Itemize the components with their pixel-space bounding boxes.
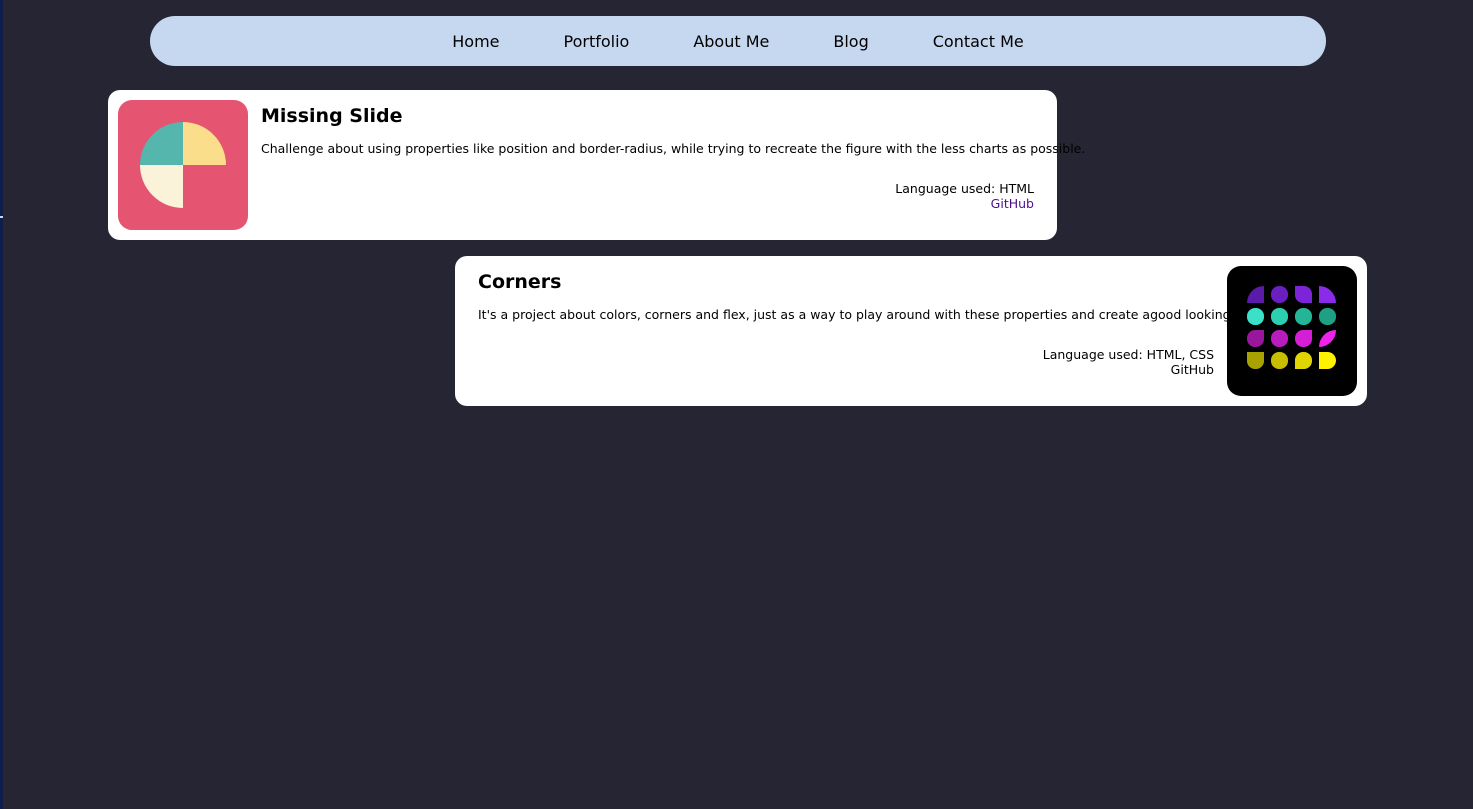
- nav-item-portfolio[interactable]: Portfolio: [564, 32, 630, 51]
- project-language: Language used: HTML, CSS: [1042, 347, 1214, 362]
- grid-cell: [1319, 352, 1336, 369]
- grid-cell: [1271, 286, 1288, 303]
- nav-item-blog[interactable]: Blog: [833, 32, 868, 51]
- project-description: Challenge about using properties like po…: [261, 141, 1086, 156]
- project-meta: Language used: HTML, CSS GitHub: [1043, 347, 1214, 377]
- project-card-missing-slide: Missing Slide Challenge about using prop…: [108, 90, 1085, 240]
- github-link[interactable]: GitHub: [1043, 362, 1214, 377]
- left-edge-strip: [0, 0, 3, 809]
- quarter-circle-yellow: [183, 122, 226, 165]
- corners-thumbnail: [1227, 266, 1357, 396]
- grid-cell: [1271, 308, 1288, 325]
- quarter-circle-cream: [140, 165, 183, 208]
- grid-cell: [1295, 330, 1312, 347]
- grid-cell: [1247, 286, 1264, 303]
- nav-item-about-me[interactable]: About Me: [693, 32, 769, 51]
- nav-item-home[interactable]: Home: [452, 32, 499, 51]
- corners-color-grid: [1247, 286, 1336, 369]
- left-edge-marker: [0, 216, 3, 218]
- project-card-corners: Corners It's a project about colors, cor…: [455, 256, 1367, 406]
- grid-cell: [1319, 330, 1336, 347]
- missing-slide-thumbnail: [118, 100, 248, 230]
- top-navigation: Home Portfolio About Me Blog Contact Me: [150, 16, 1326, 66]
- quarter-circle-teal: [140, 122, 183, 165]
- nav-item-contact-me[interactable]: Contact Me: [933, 32, 1024, 51]
- grid-cell: [1247, 352, 1264, 369]
- project-description: It's a project about colors, corners and…: [478, 307, 1263, 322]
- grid-cell: [1319, 286, 1336, 303]
- grid-cell: [1247, 330, 1264, 347]
- grid-cell: [1271, 352, 1288, 369]
- project-language: Language used: HTML: [895, 181, 1034, 196]
- grid-cell: [1295, 308, 1312, 325]
- grid-cell: [1319, 308, 1336, 325]
- grid-cell: [1271, 330, 1288, 347]
- project-meta: Language used: HTML GitHub: [895, 181, 1034, 211]
- grid-cell: [1295, 352, 1312, 369]
- project-title: Corners: [478, 271, 562, 293]
- github-link[interactable]: GitHub: [895, 196, 1034, 211]
- project-title: Missing Slide: [261, 105, 403, 127]
- grid-cell: [1247, 308, 1264, 325]
- grid-cell: [1295, 286, 1312, 303]
